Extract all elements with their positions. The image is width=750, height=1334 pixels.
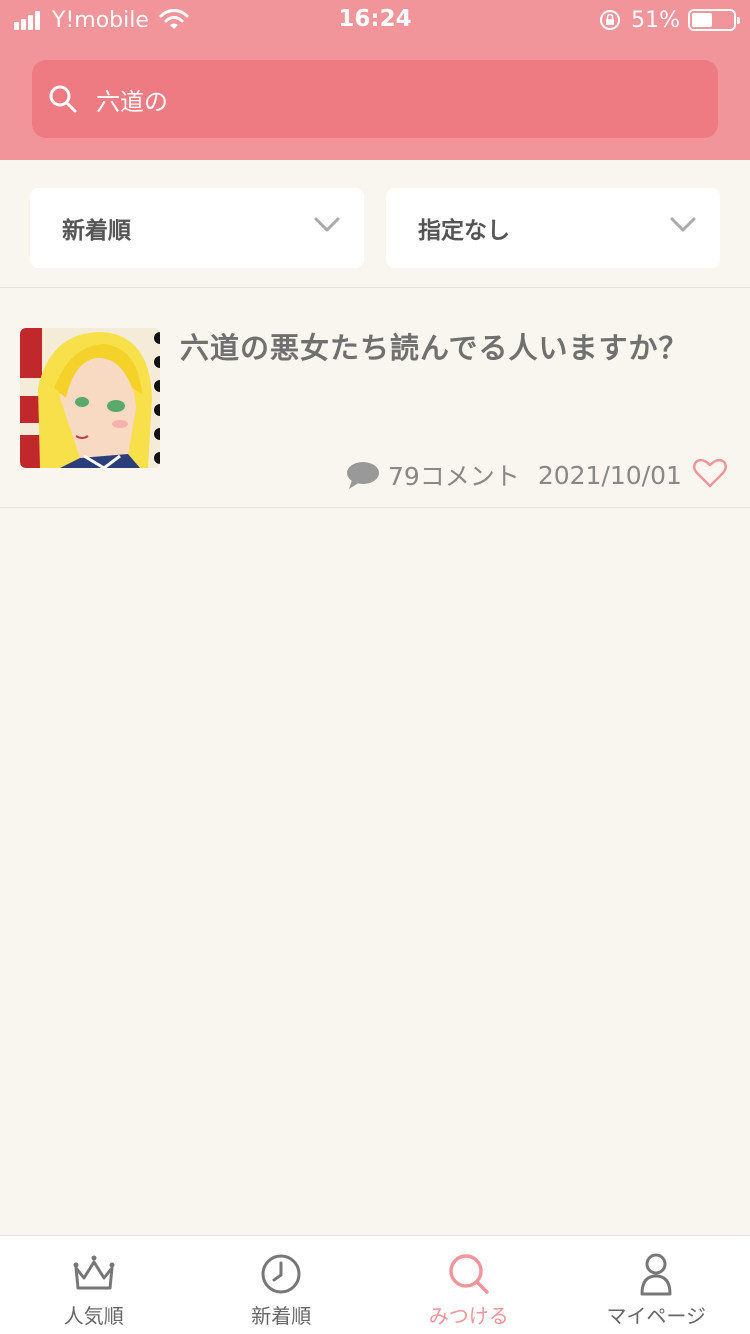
tab-discover[interactable]: みつける	[375, 1236, 563, 1334]
status-bar: Y!mobile 16:24 51%	[0, 0, 750, 40]
heart-icon[interactable]	[692, 457, 728, 489]
right-status: 51%	[599, 6, 740, 34]
battery-icon	[688, 9, 740, 31]
genre-select[interactable]: 指定なし	[386, 188, 720, 268]
sort-label: 新着順	[62, 218, 131, 244]
post-title[interactable]: 六道の悪女たち読んでる人いますか？	[180, 325, 689, 367]
tab-popular-label: 人気順	[63, 1304, 124, 1328]
search-input[interactable]: 六道の	[32, 60, 718, 138]
search-icon	[49, 85, 77, 113]
filter-bar: 新着順 指定なし	[0, 160, 750, 288]
chevron-down-icon	[670, 217, 696, 232]
tab-mypage-label: マイページ	[606, 1304, 707, 1328]
comment-icon	[347, 462, 379, 489]
crown-icon	[73, 1255, 115, 1290]
tab-newest[interactable]: 新着順	[188, 1236, 376, 1334]
list-item[interactable]: 六道の悪女たち読んでる人いますか？ 79コメント 2021/10/01	[0, 289, 750, 508]
genre-label: 指定なし	[418, 218, 510, 244]
post-meta: 79コメント 2021/10/01	[346, 457, 682, 493]
manga-cover-image	[20, 328, 160, 468]
header: Y!mobile 16:24 51% 六道の	[0, 0, 750, 160]
post-thumbnail	[20, 328, 160, 468]
post-date: 2021/10/01	[537, 460, 682, 490]
person-icon	[640, 1253, 672, 1296]
tab-discover-label: みつける	[428, 1304, 509, 1328]
chevron-down-icon	[314, 217, 340, 232]
comment-count: 79コメント	[388, 462, 520, 491]
search-icon	[449, 1254, 489, 1294]
tab-bar: 人気順 新着順 みつける マイページ	[0, 1235, 750, 1334]
battery-fill	[692, 13, 713, 27]
tab-popular[interactable]: 人気順	[0, 1236, 188, 1334]
battery-percent: 51%	[631, 7, 680, 33]
search-value: 六道の	[96, 87, 168, 116]
clock-icon	[261, 1254, 301, 1294]
tab-newest-label: 新着順	[251, 1304, 312, 1328]
tab-mypage[interactable]: マイページ	[563, 1236, 750, 1334]
rotation-lock-icon	[600, 10, 621, 30]
sort-select[interactable]: 新着順	[30, 188, 364, 268]
